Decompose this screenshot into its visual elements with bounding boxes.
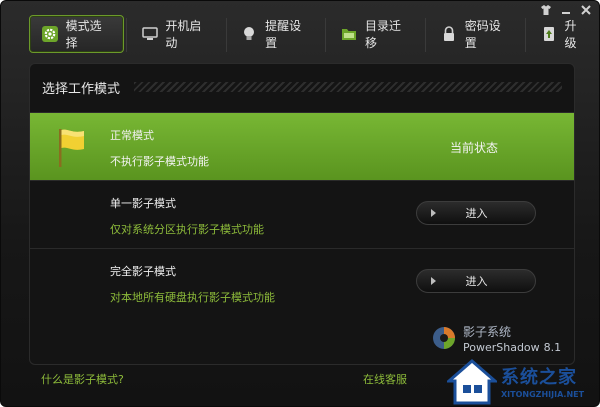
mode-title: 单一影子模式 [110,197,176,210]
tab-upgrade[interactable]: 升级 [528,15,599,53]
tab-label: 升级 [564,19,577,50]
enter-full-shadow-button[interactable]: 进入 [416,269,536,293]
monitor-icon [140,24,160,44]
flag-icon [54,127,88,173]
toolbar-divider [425,18,427,52]
toolbar-divider [125,18,127,52]
brand-version: 8.1 [543,341,562,354]
folder-icon [339,24,359,44]
toolbar-divider [524,18,526,52]
lock-icon [439,24,459,44]
enter-single-shadow-button[interactable]: 进入 [416,201,536,225]
tab-startup[interactable]: 开机启动 [129,15,224,53]
watermark: 系统之家 XITONGZHIJIA.NET [439,357,599,406]
tab-reminder[interactable]: 提醒设置 [229,15,324,53]
mode-panel: 选择工作模式 正常模式 不执行影子模式功能 当前状态 单一影子模式 仅对系统分区… [29,63,575,365]
mode-desc: 仅对系统分区执行影子模式功能 [110,223,264,236]
tab-label: 目录迁移 [364,19,401,50]
toolbar-divider [325,18,327,52]
panel-title: 选择工作模式 [42,81,121,97]
watermark-url: XITONGZHIJIA.NET [501,390,585,399]
lightbulb-icon [240,24,260,44]
gear-icon [40,24,60,44]
app-window: 模式选择 开机启动 提醒设置 目录迁移 密码设置 升级 选择工作模式 正常模式 … [0,0,600,407]
house-logo-icon [444,359,500,406]
powershadow-logo-icon [431,325,457,355]
main-toolbar: 模式选择 开机启动 提醒设置 目录迁移 密码设置 升级 [29,15,599,55]
brand-name-cn: 影子系统 [463,325,512,339]
tab-directory-migration[interactable]: 目录迁移 [328,15,423,53]
upgrade-icon [539,24,559,44]
tab-label: 模式选择 [65,19,102,50]
online-support-link[interactable]: 在线客服 [363,371,407,387]
header-hatch [134,82,562,92]
brand-text: 影子系统 PowerShadow 8.1 [463,325,561,355]
tab-password[interactable]: 密码设置 [428,15,523,53]
mode-title: 正常模式 [110,129,154,142]
panel-header: 选择工作模式 [30,64,574,110]
tab-label: 开机启动 [165,19,202,50]
what-is-shadow-mode-link[interactable]: 什么是影子模式? [41,371,124,387]
watermark-title: 系统之家 [501,367,577,388]
tab-mode-select[interactable]: 模式选择 [29,15,124,53]
mode-normal[interactable]: 正常模式 不执行影子模式功能 当前状态 [30,112,574,180]
mode-desc: 不执行影子模式功能 [110,155,209,168]
mode-desc: 对本地所有硬盘执行影子模式功能 [110,291,275,304]
tab-label: 提醒设置 [265,19,302,50]
mode-single-shadow: 单一影子模式 仅对系统分区执行影子模式功能 进入 [30,180,574,248]
current-status-label: 当前状态 [450,141,499,155]
toolbar-divider [225,18,227,52]
mode-full-shadow: 完全影子模式 对本地所有硬盘执行影子模式功能 进入 [30,248,574,316]
mode-title: 完全影子模式 [110,265,176,278]
brand-name-en: PowerShadow 8.1 [463,341,562,354]
brand-logo: 影子系统 PowerShadow 8.1 [431,325,561,355]
tab-label: 密码设置 [464,19,501,50]
